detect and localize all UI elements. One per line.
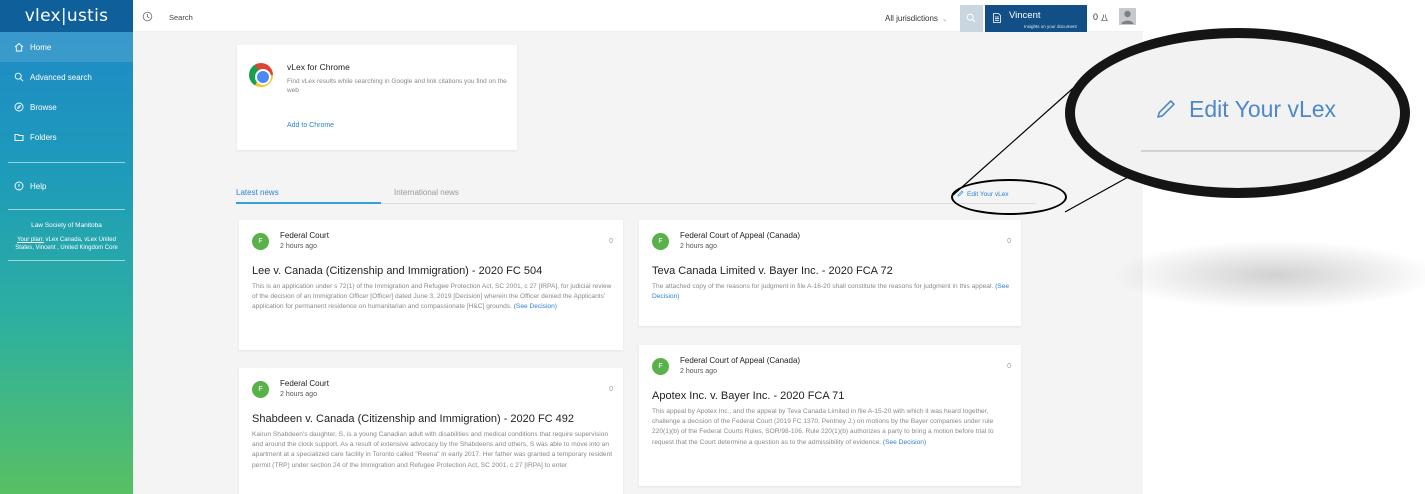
zoom-underline xyxy=(1141,150,1396,152)
edit-your-vlex-zoomed: Edit Your vLex xyxy=(1155,96,1336,123)
pencil-icon xyxy=(1157,100,1175,118)
zoom-callout: Edit Your vLex xyxy=(1065,28,1410,198)
app-window: vlex|ustis Home Advanced search Browse F… xyxy=(0,0,1425,494)
edit-your-vlex-zoomed-label: Edit Your vLex xyxy=(1189,96,1337,122)
